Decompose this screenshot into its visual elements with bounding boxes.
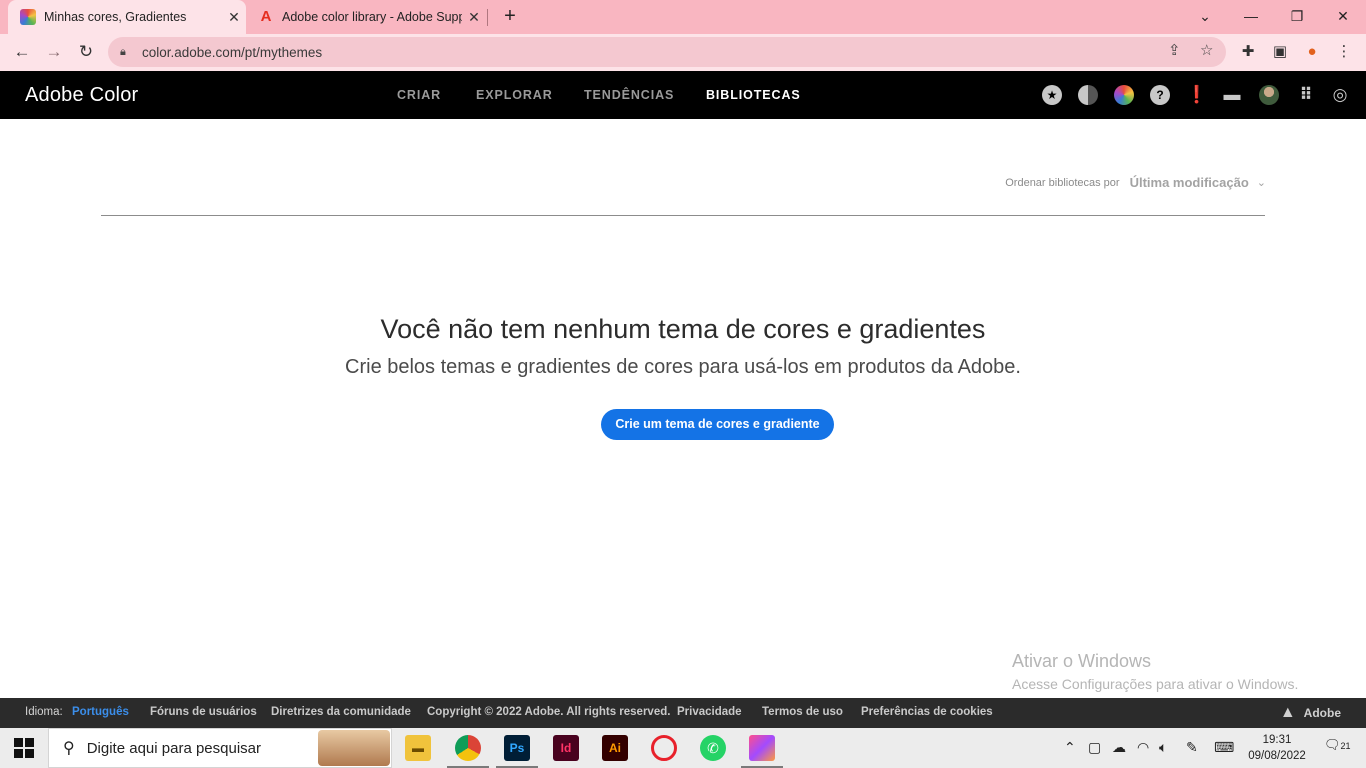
- tab-adobe-color-library[interactable]: A Adobe color library - Adobe Supp ✕: [248, 0, 486, 34]
- notification-glyph: 🗨︎: [1324, 737, 1341, 752]
- search-placeholder: Digite aqui para pesquisar: [86, 739, 261, 757]
- activation-watermark-title: Ativar o Windows: [1012, 651, 1152, 671]
- tray-meet-icon[interactable]: ▢: [1088, 739, 1101, 756]
- keyboard-icon[interactable]: ⌨: [1214, 739, 1234, 756]
- opera-icon[interactable]: [651, 735, 677, 761]
- sort-value[interactable]: Última modificação: [1130, 175, 1249, 190]
- share-icon[interactable]: ⇪: [1168, 41, 1181, 59]
- tray-chevron-up-icon[interactable]: ⌃: [1064, 739, 1076, 756]
- taskbar-clock[interactable]: 19:31 09/08/2022: [1248, 732, 1306, 764]
- nav-criar[interactable]: CRIAR: [397, 88, 441, 102]
- notification-center-icon[interactable]: 🗨︎21: [1324, 737, 1351, 753]
- restore-icon[interactable]: ❐: [1274, 0, 1320, 34]
- nav-tendencias[interactable]: TENDÊNCIAS: [584, 88, 674, 102]
- bookmark-star-icon[interactable]: ☆: [1200, 41, 1213, 59]
- clock-time: 19:31: [1262, 734, 1292, 746]
- adobe-favicon-icon: A: [260, 8, 272, 25]
- browser-toolbar: ← → ↻ 🔒︎ color.adobe.com/pt/mythemes ⇪ ☆…: [0, 34, 1366, 71]
- brand-logo[interactable]: Adobe Color: [25, 84, 138, 107]
- reload-icon[interactable]: ↻: [72, 38, 100, 66]
- feedback-alert-icon[interactable]: ❗: [1186, 85, 1207, 105]
- footer-link-cookies[interactable]: Preferências de cookies: [861, 706, 993, 718]
- tab-search-chevron-icon[interactable]: ⌄: [1182, 0, 1228, 34]
- address-url: color.adobe.com/pt/mythemes: [142, 44, 323, 60]
- sort-libraries[interactable]: Ordenar bibliotecas por Última modificaç…: [1005, 175, 1266, 190]
- profile-avatar-icon[interactable]: ●: [1301, 41, 1323, 63]
- site-footer: Idioma: Português Fóruns de usuários Dir…: [0, 698, 1366, 728]
- close-icon[interactable]: ✕: [222, 9, 246, 26]
- tab-title: Minhas cores, Gradientes: [44, 10, 187, 24]
- window-close-icon[interactable]: ✕: [1320, 0, 1366, 34]
- creative-cloud-icon[interactable]: ◎: [1328, 85, 1352, 105]
- sort-label: Ordenar bibliotecas por: [1005, 176, 1120, 189]
- apps-grid-icon[interactable]: ⠿: [1296, 85, 1316, 105]
- chat-icon[interactable]: ▬: [1222, 85, 1242, 105]
- address-bar[interactable]: 🔒︎ color.adobe.com/pt/mythemes: [108, 37, 1226, 67]
- onedrive-cloud-icon[interactable]: ☁: [1112, 739, 1126, 756]
- file-explorer-icon[interactable]: ▬: [405, 735, 431, 761]
- nav-bibliotecas[interactable]: BIBLIOTECAS: [706, 88, 801, 102]
- footer-adobe-label: Adobe: [1303, 706, 1341, 720]
- minimize-icon[interactable]: —: [1228, 0, 1274, 34]
- side-panel-icon[interactable]: ▣: [1269, 41, 1291, 63]
- back-arrow-icon[interactable]: ←: [8, 38, 36, 66]
- language-selector[interactable]: Português: [72, 706, 129, 718]
- creative-cloud-app-icon[interactable]: [741, 735, 783, 768]
- new-tab-plus-icon[interactable]: +: [498, 4, 522, 28]
- empty-state-title: Você não tem nenhum tema de cores e grad…: [380, 314, 986, 344]
- user-avatar[interactable]: [1259, 85, 1279, 105]
- volume-icon[interactable]: 🔈︎: [1159, 739, 1167, 756]
- color-wheel-icon[interactable]: [1114, 85, 1134, 105]
- browser-tab-strip: Minhas cores, Gradientes ✕ A Adobe color…: [0, 0, 1366, 34]
- adobe-color-favicon-icon: [20, 9, 36, 25]
- wifi-icon[interactable]: ◠: [1137, 739, 1149, 756]
- forward-arrow-icon[interactable]: →: [40, 38, 68, 66]
- nav-explorar[interactable]: EXPLORAR: [476, 88, 553, 102]
- chevron-down-icon[interactable]: ⌄: [1257, 176, 1266, 189]
- notification-count: 21: [1340, 741, 1351, 751]
- activation-watermark-text: Acesse Configurações para ativar o Windo…: [1012, 676, 1299, 692]
- clock-date: 09/08/2022: [1248, 750, 1306, 762]
- indesign-icon[interactable]: Id: [553, 735, 579, 761]
- search-icon: ⚲: [63, 740, 75, 757]
- illustrator-icon[interactable]: Ai: [602, 735, 628, 761]
- photoshop-icon[interactable]: Ps: [496, 735, 538, 768]
- contrast-icon[interactable]: [1078, 85, 1098, 105]
- tab-title: Adobe color library - Adobe Supp: [282, 10, 462, 24]
- app-header: Adobe Color CRIAR EXPLORAR TENDÊNCIAS BI…: [0, 71, 1366, 119]
- footer-adobe-logo[interactable]: ▲ Adobe: [1280, 704, 1341, 722]
- footer-link-terms[interactable]: Termos de uso: [762, 706, 843, 718]
- windows-taskbar: ⚲ Digite aqui para pesquisar ▬ Ps Id Ai …: [0, 728, 1366, 768]
- tab-minhas-cores[interactable]: Minhas cores, Gradientes ✕: [8, 0, 246, 34]
- extensions-puzzle-icon[interactable]: ✚: [1237, 41, 1259, 63]
- whatsapp-icon[interactable]: ✆: [700, 735, 726, 761]
- tab-separator: [487, 9, 488, 26]
- lock-icon: 🔒︎: [120, 45, 126, 58]
- help-icon[interactable]: ?: [1150, 85, 1170, 105]
- star-badge-icon[interactable]: ★: [1042, 85, 1062, 105]
- create-theme-button[interactable]: Crie um tema de cores e gradiente: [601, 409, 834, 440]
- footer-copyright: Copyright © 2022 Adobe. All rights reser…: [427, 706, 671, 718]
- adobe-logo-icon: ▲: [1279, 704, 1296, 721]
- chrome-icon[interactable]: [447, 735, 489, 768]
- footer-link-guidelines[interactable]: Diretrizes da comunidade: [271, 706, 411, 718]
- divider: [101, 215, 1265, 216]
- pen-icon[interactable]: ✎: [1186, 739, 1198, 756]
- footer-link-privacy[interactable]: Privacidade: [677, 706, 742, 718]
- browser-menu-icon[interactable]: ⋮: [1333, 41, 1355, 63]
- empty-state-subtitle: Crie belos temas e gradientes de cores p…: [345, 356, 1021, 378]
- footer-link-forums[interactable]: Fóruns de usuários: [150, 706, 257, 718]
- windows-start-icon[interactable]: [14, 738, 34, 758]
- close-icon[interactable]: ✕: [462, 9, 486, 26]
- search-highlight-image[interactable]: [318, 730, 390, 766]
- language-label: Idioma:: [25, 706, 63, 718]
